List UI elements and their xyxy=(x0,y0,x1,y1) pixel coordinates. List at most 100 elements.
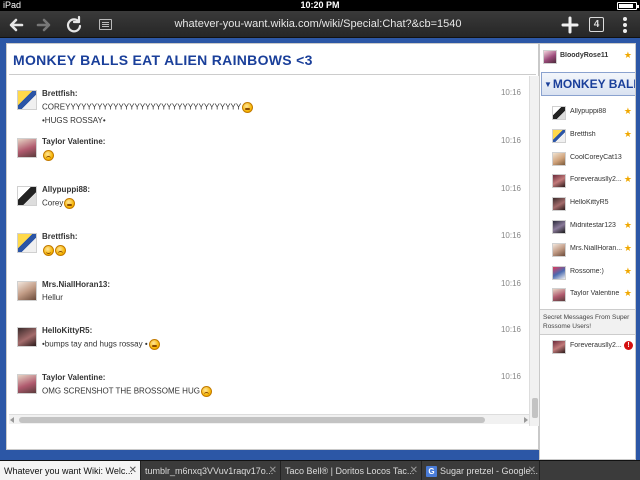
message-username[interactable]: Mrs.NiallHoran13: xyxy=(42,280,110,289)
close-tab-icon[interactable]: ✕ xyxy=(129,461,137,480)
chat-message: Brettfish: 10:16 COREYYYYYYYYYYYYYYYYYYYYY… xyxy=(7,80,529,125)
browser-tab[interactable]: Whatever you want Wiki: Welc... ✕ xyxy=(0,461,141,480)
avatar[interactable] xyxy=(17,186,37,206)
user-list-item[interactable]: HelloKittyR5 xyxy=(540,194,635,214)
avatar[interactable] xyxy=(17,327,37,347)
chat-window: MONKEY BALLS EAT ALIEN RAINBOWS <3 Brett… xyxy=(6,43,539,450)
avatar[interactable] xyxy=(17,138,37,158)
browser-tab[interactable]: tumblr_m6nxq3VVuv1raqv17o... ✕ xyxy=(141,461,281,480)
message-username[interactable]: Allypuppi88: xyxy=(42,185,90,194)
user-list-item[interactable]: Midnitestar123 ★ xyxy=(540,217,635,237)
message-username[interactable]: Taylor Valentine: xyxy=(42,373,105,382)
emoticon-sad-icon xyxy=(200,386,212,397)
close-tab-icon[interactable]: ✕ xyxy=(528,461,536,480)
avatar xyxy=(552,151,566,166)
message-list[interactable]: Brettfish: 10:16 COREYYYYYYYYYYYYYYYYYYYYY… xyxy=(7,76,529,414)
star-icon: ★ xyxy=(623,220,632,230)
chat-message: Brettfish: 10:16 xyxy=(7,223,529,263)
browser-tab[interactable]: G Sugar pretzel - Google... ✕ xyxy=(422,461,540,480)
horizontal-scrollbar[interactable] xyxy=(9,414,529,424)
user-name: Foreverauslly2... xyxy=(570,176,622,184)
scroll-right-icon[interactable] xyxy=(524,417,528,423)
alert-icon: ! xyxy=(624,341,633,350)
message-username[interactable]: HelloKittyR5: xyxy=(42,326,92,335)
star-icon: ★ xyxy=(623,50,632,60)
horizontal-scroll-thumb[interactable] xyxy=(19,417,485,423)
chat-message: Taylor Valentine: 10:16 OMG SCRENSHOT THE … xyxy=(7,364,529,404)
message-timestamp: 10:16 xyxy=(500,136,521,145)
reload-icon[interactable] xyxy=(64,15,84,35)
message-timestamp: 10:16 xyxy=(500,231,521,240)
message-text: •HUGS ROSSAY• xyxy=(42,116,106,125)
scroll-left-icon[interactable] xyxy=(10,417,14,423)
message-text-content: COREYYYYYYYYYYYYYYYYYYYYYYYYYYYYYYYYY xyxy=(42,102,242,112)
star-icon: ★ xyxy=(623,128,632,139)
avatar[interactable] xyxy=(17,281,37,301)
user-list-item[interactable]: Foreverauslly2... ★ xyxy=(540,171,635,191)
user-name: Allypuppi88 xyxy=(570,108,607,115)
message-text-content: Hellur xyxy=(42,293,63,302)
tabs-icon[interactable]: 4 xyxy=(589,17,604,32)
user-list-item[interactable]: Taylor Valentine ★ xyxy=(540,285,635,305)
message-username[interactable]: Brettfish: xyxy=(42,89,78,98)
user-name: Brettfish xyxy=(570,130,596,138)
user-name: Midnitestar123 xyxy=(570,222,616,229)
star-icon: ★ xyxy=(623,265,632,276)
message-username[interactable]: Brettfish: xyxy=(42,232,78,241)
browser-tab[interactable]: Taco Bell® | Doritos Locos Tac... ✕ xyxy=(281,461,422,480)
forward-arrow-icon[interactable] xyxy=(34,15,54,35)
user-list-item[interactable]: Rossome:) ★ xyxy=(540,263,635,283)
message-text-content: •bumps tay and hugs rossay • xyxy=(42,339,148,349)
avatar[interactable] xyxy=(17,90,37,110)
message-text: Corey xyxy=(42,198,76,209)
user-list-item[interactable]: CoolCoreyCat13 xyxy=(540,149,635,169)
avatar xyxy=(552,288,566,303)
title-divider xyxy=(9,74,536,75)
chat-message: Taylor Valentine: 10:16 xyxy=(7,128,529,168)
menu-dots-icon[interactable] xyxy=(615,15,635,35)
message-text-content: OMG SCRENSHOT THE BROSSOME HUG xyxy=(42,386,200,396)
chat-message: HelloKittyR5: 10:16 •bumps tay and hugs ro… xyxy=(7,317,529,357)
star-icon: ★ xyxy=(623,174,632,185)
avatar xyxy=(552,174,566,189)
room-header[interactable]: ▼MONKEY BALLS EAT ALIEN RAINBOWS <3 xyxy=(541,72,635,96)
message-text xyxy=(42,245,66,256)
current-user-name: BloodyRose11 xyxy=(560,52,609,59)
tab-label: Whatever you want Wiki: Welc... xyxy=(4,466,133,476)
room-header-label: MONKEY BALLS EAT ALIEN RAINBOWS <3 xyxy=(552,77,635,91)
close-tab-icon[interactable]: ✕ xyxy=(410,461,418,480)
private-message-item[interactable]: Foreverauslly2...! xyxy=(540,337,635,357)
message-timestamp: 10:16 xyxy=(500,325,521,334)
user-list-item[interactable]: Mrs.NiallHoran... ★ xyxy=(540,240,635,260)
message-text: Hellur xyxy=(42,293,63,302)
message-text: COREYYYYYYYYYYYYYYYYYYYYYYYYYYYYYYYYY xyxy=(42,102,254,113)
avatar xyxy=(543,50,557,64)
vertical-scrollbar[interactable] xyxy=(529,76,539,426)
caret-down-icon: ▼ xyxy=(544,79,552,89)
chat-message: Allypuppi88: 10:16 Corey xyxy=(7,176,529,216)
message-text: OMG SCRENSHOT THE BROSSOME HUG xyxy=(42,386,212,397)
avatar[interactable] xyxy=(17,374,37,394)
emoticon-sad-icon xyxy=(55,245,66,256)
emoticon-sad-icon xyxy=(43,150,54,161)
emoticon-xd-icon xyxy=(148,339,160,350)
tab-label: tumblr_m6nxq3VVuv1raqv17o... xyxy=(145,466,274,476)
tab-label: Taco Bell® | Doritos Locos Tac... xyxy=(285,466,415,476)
plus-icon[interactable] xyxy=(560,15,580,35)
avatar[interactable] xyxy=(17,233,37,253)
avatar xyxy=(552,265,566,280)
message-username[interactable]: Taylor Valentine: xyxy=(42,137,105,146)
back-arrow-icon[interactable] xyxy=(6,15,26,35)
user-list-item[interactable]: Allypuppi88 ★ xyxy=(540,103,635,123)
vertical-scroll-thumb[interactable] xyxy=(532,398,538,418)
message-text xyxy=(42,150,54,161)
status-bar: iPad 10:20 PM xyxy=(0,0,640,11)
message-text: •bumps tay and hugs rossay • xyxy=(42,339,160,350)
address-bar[interactable]: whatever-you-want.wikia.com/wiki/Special… xyxy=(94,14,542,35)
current-user[interactable]: BloodyRose11 ★ xyxy=(540,47,635,67)
page-icon[interactable] xyxy=(99,19,112,30)
close-tab-icon[interactable]: ✕ xyxy=(269,461,277,480)
battery-level xyxy=(619,4,633,8)
user-list-item[interactable]: Brettfish ★ xyxy=(540,126,635,146)
message-timestamp: 10:16 xyxy=(500,184,521,193)
